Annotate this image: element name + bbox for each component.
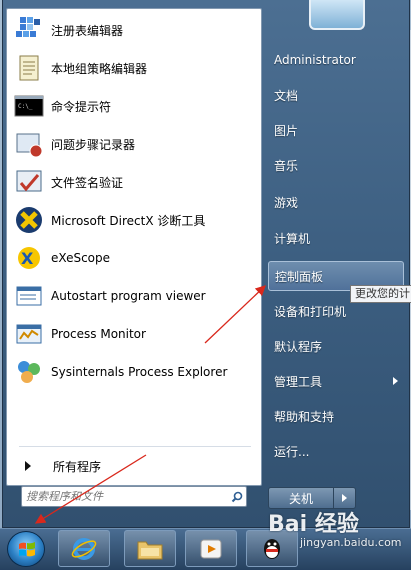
right-item-label: 图片 xyxy=(274,123,299,138)
exescope-icon: X xyxy=(13,242,45,274)
program-label: Process Monitor xyxy=(51,327,146,341)
right-item-music[interactable]: 音乐 xyxy=(268,150,404,180)
tooltip: 更改您的计 xyxy=(350,285,411,303)
watermark-url: jingyan.baidu.com xyxy=(300,536,402,549)
program-item-dxdiag[interactable]: Microsoft DirectX 诊断工具 xyxy=(13,203,253,237)
program-item-psr[interactable]: 问题步骤记录器 xyxy=(13,127,253,161)
program-item-procexp[interactable]: Sysinternals Process Explorer xyxy=(13,355,253,389)
start-button[interactable] xyxy=(7,531,45,567)
program-item-procmon[interactable]: Process Monitor xyxy=(13,317,253,351)
right-item-help-support[interactable]: 帮助和支持 xyxy=(268,401,404,431)
right-item-administrator[interactable]: Administrator xyxy=(268,45,404,75)
program-label: Microsoft DirectX 诊断工具 xyxy=(51,213,206,228)
program-label: 文件签名验证 xyxy=(51,175,124,190)
taskbar-media-button[interactable] xyxy=(185,530,237,567)
right-item-default-programs[interactable]: 默认程序 xyxy=(268,331,404,361)
search-box[interactable] xyxy=(21,486,247,507)
triangle-right-icon xyxy=(342,494,347,502)
program-item-cmd[interactable]: C:\_ 命令提示符 xyxy=(13,89,253,123)
program-label: 注册表编辑器 xyxy=(51,23,124,38)
search-icon[interactable] xyxy=(228,488,246,506)
program-label: Autostart program viewer xyxy=(51,289,206,303)
program-label: 问题步骤记录器 xyxy=(51,137,136,152)
shutdown-label: 关机 xyxy=(288,491,313,506)
explorer-folder-icon xyxy=(137,541,163,559)
right-item-label: Administrator xyxy=(274,53,356,67)
right-item-computer[interactable]: 计算机 xyxy=(268,223,404,253)
submenu-arrow-icon xyxy=(393,377,398,385)
program-item-sigverif[interactable]: 文件签名验证 xyxy=(13,165,253,199)
all-programs-button[interactable]: 所有程序 xyxy=(15,453,255,479)
program-label: 本地组策略编辑器 xyxy=(51,61,148,76)
triangle-right-icon xyxy=(25,461,31,471)
search-input[interactable] xyxy=(22,488,228,505)
autoruns-icon xyxy=(13,280,45,312)
internet-explorer-icon xyxy=(71,537,97,560)
program-item-exescope[interactable]: X eXeScope xyxy=(13,241,253,275)
right-item-pictures[interactable]: 图片 xyxy=(268,115,404,145)
program-label: 命令提示符 xyxy=(51,99,112,114)
taskbar-ie-button[interactable] xyxy=(58,530,110,567)
windows-logo-icon xyxy=(19,542,35,557)
right-item-label: 音乐 xyxy=(274,158,299,173)
right-item-games[interactable]: 游戏 xyxy=(268,187,404,217)
procexp-icon xyxy=(13,356,45,388)
sigverif-icon xyxy=(13,166,45,198)
right-item-run[interactable]: 运行... xyxy=(268,436,404,466)
separator xyxy=(19,446,251,447)
taskbar-explorer-button[interactable] xyxy=(124,530,176,567)
user-picture[interactable] xyxy=(309,0,365,30)
registry-editor-icon xyxy=(13,14,45,46)
right-item-label: 管理工具 xyxy=(274,374,323,389)
steps-recorder-icon xyxy=(13,128,45,160)
qq-icon xyxy=(264,538,280,559)
program-label: eXeScope xyxy=(51,251,111,265)
right-item-documents[interactable]: 文档 xyxy=(268,80,404,110)
watermark-logo: Bai 经验 xyxy=(268,512,359,537)
program-item-gpedit[interactable]: 本地组策略编辑器 xyxy=(13,51,253,85)
right-item-label: 计算机 xyxy=(274,231,311,246)
right-item-label: 帮助和支持 xyxy=(274,409,335,424)
right-item-label: 文档 xyxy=(274,88,299,103)
start-menu-programs-pane: 注册表编辑器 本地组策略编辑器 C:\_ 命令提示符 问题步骤记录器 文件签名验… xyxy=(6,8,262,486)
right-item-label: 设备和打印机 xyxy=(274,304,347,319)
program-item-regedit[interactable]: 注册表编辑器 xyxy=(13,13,253,47)
svg-text:C:\_: C:\_ xyxy=(18,103,33,110)
cmd-icon: C:\_ xyxy=(13,90,45,122)
right-item-label: 运行... xyxy=(274,444,310,459)
right-item-label: 控制面板 xyxy=(275,269,324,284)
group-policy-icon xyxy=(13,52,45,84)
right-item-label: 游戏 xyxy=(274,195,299,210)
directx-icon xyxy=(13,204,45,236)
program-item-autoruns[interactable]: Autostart program viewer xyxy=(13,279,253,313)
program-label: Sysinternals Process Explorer xyxy=(51,365,228,379)
all-programs-label: 所有程序 xyxy=(53,459,102,474)
media-player-icon xyxy=(200,539,222,558)
right-item-label: 默认程序 xyxy=(274,339,323,354)
right-item-admin-tools[interactable]: 管理工具 xyxy=(268,366,404,396)
procmon-icon xyxy=(13,318,45,350)
svg-text:X: X xyxy=(21,249,34,268)
